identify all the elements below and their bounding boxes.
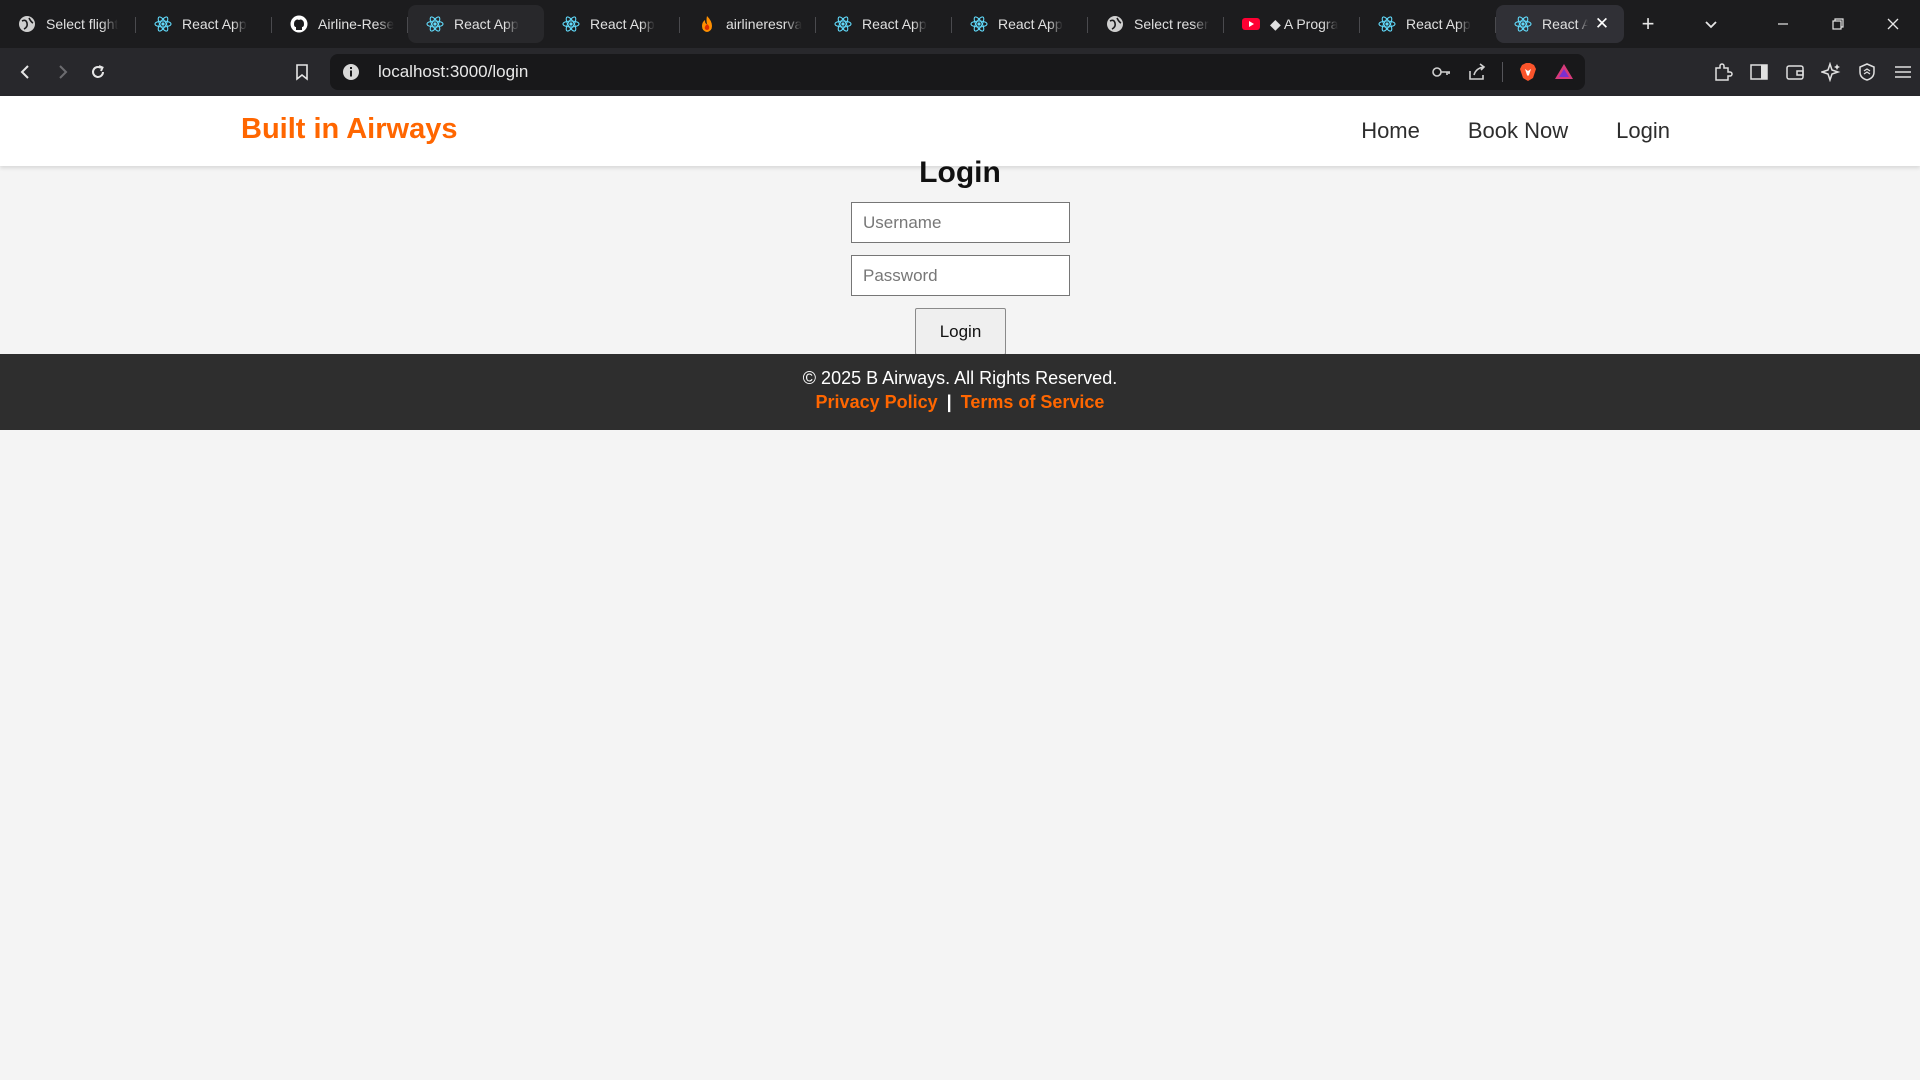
tab-label: Select flight — [46, 16, 119, 32]
github-icon — [290, 15, 308, 33]
tab-label: Select reser — [1134, 16, 1209, 32]
forward-icon[interactable] — [44, 54, 80, 90]
privacy-policy-link[interactable]: Privacy Policy — [816, 392, 938, 412]
address-bar[interactable]: localhost:3000/login — [330, 54, 1585, 90]
tab-label: React App — [454, 16, 519, 32]
browser-tab[interactable]: React App — [408, 5, 544, 43]
react-icon — [970, 15, 988, 33]
close-window-icon[interactable] — [1865, 0, 1920, 48]
tab-label: React A — [1542, 16, 1588, 32]
url-text[interactable]: localhost:3000/login — [378, 62, 528, 82]
site-footer: © 2025 B Airways. All Rights Reserved. P… — [0, 354, 1920, 430]
tab-label: React App — [862, 16, 927, 32]
react-icon — [1378, 15, 1396, 33]
sidebar-icon[interactable] — [1748, 61, 1770, 83]
tab-label: React App — [1406, 16, 1471, 32]
tab-label: React App — [590, 16, 655, 32]
browser-tab[interactable]: Select reser — [1088, 5, 1224, 43]
new-tab-button[interactable]: + — [1628, 5, 1668, 43]
wallet-icon[interactable] — [1784, 61, 1806, 83]
tab-label: React App — [182, 16, 247, 32]
react-icon — [426, 15, 444, 33]
toolbar-actions — [1712, 48, 1914, 96]
tab-label: ◆ A Progra — [1270, 15, 1339, 32]
globe-icon — [18, 15, 36, 33]
menu-icon[interactable] — [1892, 61, 1914, 83]
login-submit-button[interactable]: Login — [915, 308, 1006, 355]
browser-tab-active[interactable]: React A ✕ — [1496, 5, 1624, 43]
youtube-icon — [1242, 15, 1260, 33]
react-icon — [562, 15, 580, 33]
address-bar-actions — [1430, 54, 1575, 90]
login-title: Login — [919, 156, 1001, 189]
browser-tab[interactable]: Select flight — [0, 5, 136, 43]
globe-icon — [1106, 15, 1124, 33]
main-nav: Home Book Now Login — [1361, 118, 1670, 144]
minimize-icon[interactable] — [1755, 0, 1810, 48]
restore-icon[interactable] — [1810, 0, 1865, 48]
reload-icon[interactable] — [80, 54, 116, 90]
brave-rewards-icon[interactable] — [1553, 61, 1575, 83]
leo-ai-icon[interactable] — [1820, 61, 1842, 83]
browser-tab-bar: Select flight React App Airline-Rese Rea… — [0, 0, 1920, 48]
browser-tab[interactable]: ◆ A Progra — [1224, 5, 1360, 43]
browser-tab[interactable]: airlineresrva — [680, 5, 816, 43]
bookmark-icon[interactable] — [284, 54, 320, 90]
username-field[interactable] — [851, 202, 1070, 243]
window-controls — [1691, 0, 1920, 48]
react-icon — [154, 15, 172, 33]
browser-tab[interactable]: React App — [136, 5, 272, 43]
browser-tab[interactable]: React App — [1360, 5, 1496, 43]
nav-link-home[interactable]: Home — [1361, 118, 1420, 144]
close-tab-icon[interactable]: ✕ — [1592, 14, 1612, 34]
footer-links: Privacy Policy | Terms of Service — [0, 392, 1920, 413]
browser-toolbar: localhost:3000/login — [0, 48, 1920, 96]
footer-separator: | — [946, 392, 952, 412]
separator — [1502, 62, 1503, 82]
site-info-icon[interactable] — [342, 63, 360, 81]
tab-label: React App — [998, 16, 1063, 32]
back-icon[interactable] — [8, 54, 44, 90]
share-icon[interactable] — [1466, 61, 1488, 83]
page-viewport: Built in Airways Home Book Now Login Log… — [0, 96, 1920, 1080]
tab-label: airlineresrva — [726, 16, 803, 32]
browser-tab[interactable]: Airline-Rese — [272, 5, 408, 43]
vpn-shield-icon[interactable] — [1856, 61, 1878, 83]
react-icon — [834, 15, 852, 33]
firebase-icon — [698, 15, 716, 33]
tab-search-chevron-icon[interactable] — [1691, 0, 1731, 48]
tab-strip: Select flight React App Airline-Rese Rea… — [0, 0, 1668, 48]
tab-label: Airline-Rese — [318, 16, 395, 32]
nav-link-login[interactable]: Login — [1616, 118, 1670, 144]
password-field[interactable] — [851, 255, 1070, 296]
react-icon — [1514, 15, 1532, 33]
browser-tab[interactable]: React App — [544, 5, 680, 43]
nav-link-book-now[interactable]: Book Now — [1468, 118, 1568, 144]
browser-tab[interactable]: React App — [816, 5, 952, 43]
extensions-puzzle-icon[interactable] — [1712, 61, 1734, 83]
browser-tab[interactable]: React App — [952, 5, 1088, 43]
brave-shields-icon[interactable] — [1517, 61, 1539, 83]
key-icon[interactable] — [1430, 61, 1452, 83]
brand-logo[interactable]: Built in Airways — [241, 113, 457, 146]
copyright-text: © 2025 B Airways. All Rights Reserved. — [802, 368, 1118, 388]
terms-of-service-link[interactable]: Terms of Service — [961, 392, 1105, 412]
